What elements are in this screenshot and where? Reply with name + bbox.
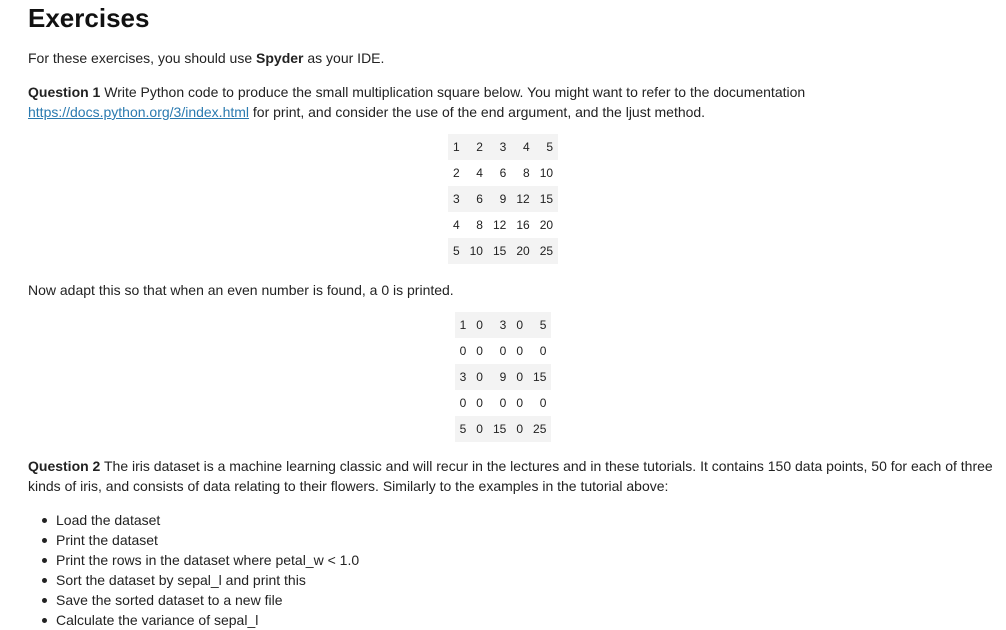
list-item: Save the sorted dataset to a new file bbox=[42, 590, 998, 610]
table-cell: 16 bbox=[511, 212, 535, 238]
table-cell: 0 bbox=[471, 312, 488, 338]
table-cell: 0 bbox=[511, 390, 529, 416]
question-1-paragraph: Question 1 Write Python code to produce … bbox=[28, 82, 998, 122]
table-cell: 9 bbox=[487, 364, 512, 390]
table-cell: 25 bbox=[528, 416, 552, 442]
table-cell: 8 bbox=[511, 160, 535, 186]
table-row: 00000 bbox=[454, 390, 552, 416]
table-cell: 3 bbox=[487, 312, 512, 338]
list-item: Sort the dataset by sepal_l and print th… bbox=[42, 570, 998, 590]
question-2-label: Question 2 bbox=[28, 458, 101, 474]
table-cell: 4 bbox=[447, 212, 465, 238]
adapt-paragraph: Now adapt this so that when an even numb… bbox=[28, 282, 454, 298]
table-cell: 3 bbox=[447, 186, 465, 212]
table-cell: 0 bbox=[487, 338, 512, 364]
table-cell: 0 bbox=[471, 390, 488, 416]
table-cell: 9 bbox=[487, 186, 512, 212]
table-cell: 15 bbox=[534, 186, 559, 212]
table-cell: 0 bbox=[511, 364, 529, 390]
table-cell: 0 bbox=[471, 416, 488, 442]
table-cell: 0 bbox=[511, 312, 529, 338]
table-cell: 0 bbox=[511, 338, 529, 364]
multiplication-table-wrapper: 1 2 3 4 5 2 4 6 8 10 3 6 9 12 15 4 8 12 16 20 5 10 15 20 25 bbox=[0, 134, 1006, 264]
table-cell: 1 bbox=[454, 312, 472, 338]
table-cell: 12 bbox=[487, 212, 512, 238]
table-cell: 0 bbox=[471, 364, 488, 390]
table-cell: 5 bbox=[454, 416, 472, 442]
table-cell: 20 bbox=[511, 238, 535, 264]
table-cell: 3 bbox=[454, 364, 472, 390]
multiplication-square-table: 1 2 3 4 5 2 4 6 8 10 3 6 9 12 15 4 8 12 16 20 5 10 15 20 25 bbox=[447, 134, 559, 264]
table-cell: 0 bbox=[487, 390, 512, 416]
table-row: 5 10 15 20 25 bbox=[447, 238, 559, 264]
list-item: Print the rows in the dataset where peta… bbox=[42, 550, 998, 570]
table-cell: 0 bbox=[454, 390, 472, 416]
table-row: 4 8 12 16 20 bbox=[447, 212, 559, 238]
table-row: 00000 bbox=[454, 338, 552, 364]
table-cell: 4 bbox=[464, 160, 488, 186]
question-1-text-after: for print, and consider the use of the e… bbox=[249, 104, 706, 120]
table-cell: 0 bbox=[454, 338, 472, 364]
intro-paragraph: For these exercises, you should use Spyd… bbox=[28, 48, 998, 68]
table-cell: 5 bbox=[534, 134, 559, 160]
table-cell: 6 bbox=[464, 186, 488, 212]
table-cell: 0 bbox=[528, 390, 552, 416]
table-cell: 4 bbox=[511, 134, 535, 160]
list-item: Calculate the variance of sepal_l bbox=[42, 610, 998, 630]
table-cell: 3 bbox=[487, 134, 512, 160]
table-row: 2 4 6 8 10 bbox=[447, 160, 559, 186]
table-cell: 6 bbox=[487, 160, 512, 186]
table-cell: 5 bbox=[528, 312, 552, 338]
question-1-label: Question 1 bbox=[28, 84, 101, 100]
list-item: Print the dataset bbox=[42, 530, 998, 550]
question-1-text-before: Write Python code to produce the small m… bbox=[100, 84, 806, 100]
table-cell: 10 bbox=[534, 160, 559, 186]
table-cell: 15 bbox=[528, 364, 552, 390]
even-zero-square-table: 1 0 3 0 5 0 0 0 0 0 3 0 9 0 15 0 0 0 0 0 5 0 15 0 25 bbox=[454, 312, 552, 442]
table-cell: 0 bbox=[528, 338, 552, 364]
table-cell: 15 bbox=[487, 416, 512, 442]
list-item: Load the dataset bbox=[42, 510, 998, 530]
table-row: 10305 bbox=[454, 312, 552, 338]
table-cell: 25 bbox=[534, 238, 559, 264]
table-cell: 1 bbox=[447, 134, 465, 160]
table-cell: 10 bbox=[464, 238, 488, 264]
question-2-paragraph: Question 2 The iris dataset is a machine… bbox=[28, 456, 998, 496]
table-cell: 0 bbox=[511, 416, 529, 442]
intro-text-after: as your IDE. bbox=[303, 50, 385, 66]
intro-text-before: For these exercises, you should use bbox=[28, 50, 257, 66]
table-cell: 12 bbox=[511, 186, 535, 212]
table-cell: 0 bbox=[471, 338, 488, 364]
table-row: 3 0 9 0 15 bbox=[454, 364, 552, 390]
table-row: 3 6 9 12 15 bbox=[447, 186, 559, 212]
table-cell: 2 bbox=[447, 160, 465, 186]
even-zero-table-wrapper: 1 0 3 0 5 0 0 0 0 0 3 0 9 0 15 0 0 0 0 0 5 0 15 0 25 bbox=[0, 312, 1006, 442]
page-title: Exercises bbox=[28, 3, 150, 33]
table-cell: 5 bbox=[447, 238, 465, 264]
table-row: 12345 bbox=[447, 134, 559, 160]
table-cell: 8 bbox=[464, 212, 488, 238]
table-cell: 15 bbox=[487, 238, 512, 264]
task-list: Load the dataset Print the dataset Print t… bbox=[28, 510, 998, 630]
python-docs-link[interactable]: https://docs.python.org/3/index.html bbox=[28, 104, 249, 120]
intro-ide-name: Spyder bbox=[256, 50, 304, 66]
table-cell: 2 bbox=[464, 134, 488, 160]
document-content: Exercises For these exercises, you shoul… bbox=[28, 0, 998, 630]
question-2-text: The iris dataset is a machine learning c… bbox=[28, 458, 993, 494]
table-cell: 20 bbox=[534, 212, 559, 238]
table-row: 5 0 15 0 25 bbox=[454, 416, 552, 442]
